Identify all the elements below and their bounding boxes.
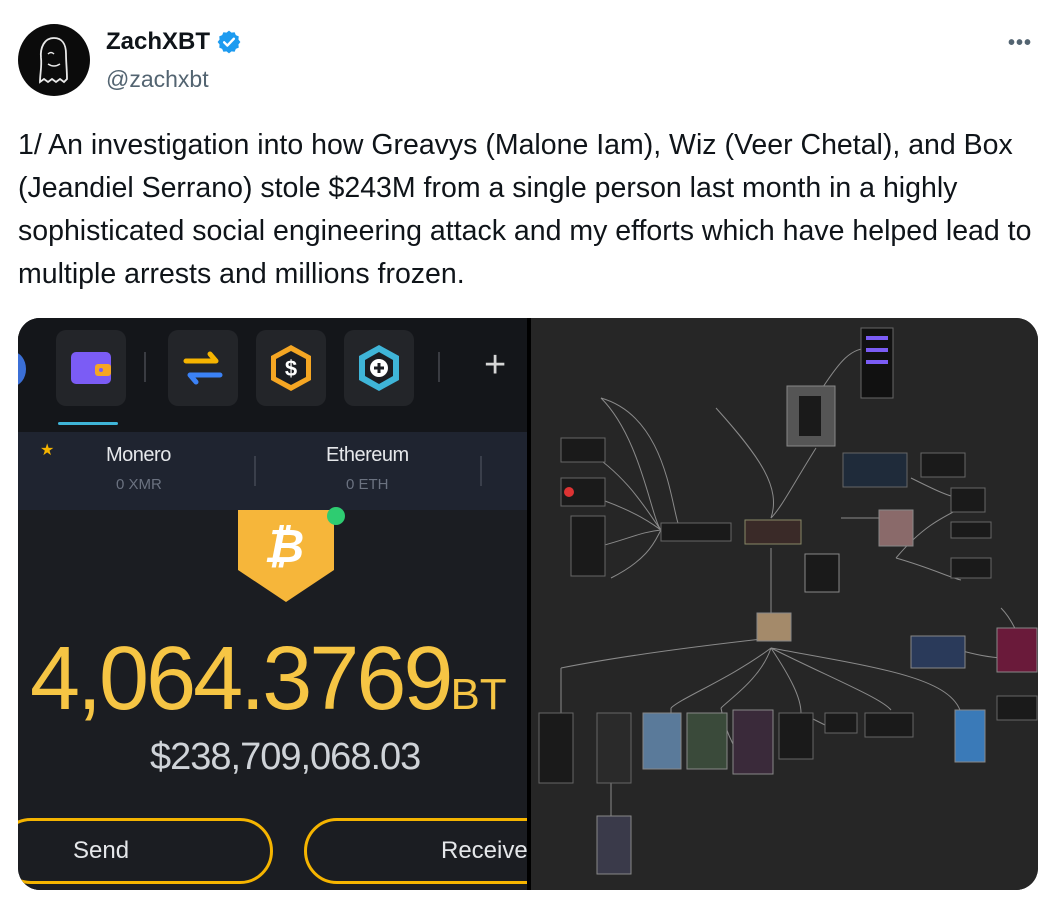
coin-name: Monero (106, 444, 171, 466)
coin-list: ★ Monero 0 XMR Ethereum 0 ETH (18, 432, 527, 510)
tweet-text: 1/ An investigation into how Greavys (Ma… (18, 129, 1032, 290)
author-name-row[interactable]: ZachXBT (106, 28, 242, 56)
tab-divider (438, 352, 440, 382)
plus-coin-icon (359, 345, 399, 391)
handle[interactable]: @zachxbt (106, 66, 209, 93)
add-coin-tab[interactable] (344, 330, 414, 406)
bitcoin-badge-icon: ₿ (238, 507, 345, 602)
wallet-tab[interactable] (56, 330, 126, 406)
verified-badge-icon (217, 30, 241, 54)
display-name[interactable]: ZachXBT (106, 28, 210, 56)
wallet-screenshot[interactable]: $ + ★ Monero 0 XMR Ethereum 0 ETH ₿ 4,06… (18, 318, 527, 890)
swap-icon (183, 351, 223, 385)
more-options-icon[interactable]: ••• (1008, 32, 1032, 55)
wallet-tab-bar: $ + (18, 318, 527, 432)
favorite-star-icon[interactable]: ★ (40, 440, 54, 460)
svg-text:$: $ (285, 356, 297, 381)
ghost-avatar-icon (39, 37, 68, 84)
stable-coin-tab[interactable]: $ (256, 330, 326, 406)
investigation-graph[interactable] (531, 318, 1038, 890)
swap-tab[interactable] (168, 330, 238, 406)
send-button[interactable]: Send (18, 818, 273, 884)
avatar[interactable] (18, 24, 90, 96)
tweet-media[interactable]: $ + ★ Monero 0 XMR Ethereum 0 ETH ₿ 4,06… (18, 318, 1038, 890)
coin-divider (480, 456, 482, 486)
coin-amount: 0 XMR (116, 476, 162, 493)
active-tab-indicator (58, 422, 118, 425)
coin-amount: 0 ETH (346, 476, 389, 493)
tab-divider (144, 352, 146, 382)
wallet-icon (71, 352, 111, 384)
add-tab-button[interactable]: + (484, 344, 506, 387)
coin-divider (254, 456, 256, 486)
dollar-coin-icon: $ (271, 345, 311, 391)
balance-unit: BT (450, 670, 507, 719)
partial-coin-icon (18, 352, 26, 386)
coin-name: Ethereum (326, 444, 409, 466)
graph-connections (538, 327, 1038, 875)
receive-button[interactable]: Receive (304, 818, 527, 884)
fiat-value: $238,709,068.03 (150, 736, 421, 778)
balance-value: 4,064.3769 (30, 629, 453, 729)
svg-text:₿: ₿ (264, 520, 304, 572)
balance-amount: 4,064.3769BT (30, 628, 507, 731)
